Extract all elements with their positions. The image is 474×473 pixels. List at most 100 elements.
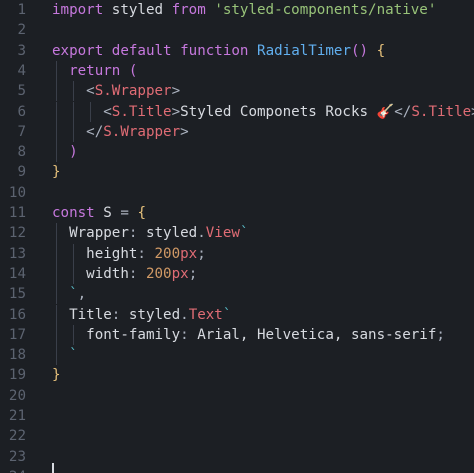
- code-line[interactable]: 12 Wrapper: styled.View`: [0, 223, 474, 244]
- code-line[interactable]: 2: [0, 20, 474, 40]
- code-token: S.Wrapper: [103, 123, 181, 140]
- code-line[interactable]: 10: [0, 183, 474, 203]
- code-line[interactable]: 22: [0, 426, 474, 446]
- code-token: S: [94, 205, 121, 221]
- code-line[interactable]: 11 const S = {: [0, 203, 474, 223]
- code-token: height: [52, 245, 138, 262]
- code-token: ;: [188, 265, 198, 282]
- code-line[interactable]: 5 <S.Wrapper>: [0, 81, 474, 102]
- line-number: 5: [17, 83, 26, 100]
- text-cursor: [52, 463, 54, 473]
- code-token: >: [171, 83, 181, 100]
- code-line[interactable]: 24: [0, 467, 474, 473]
- code-token: `: [69, 286, 78, 303]
- code-token: :: [128, 225, 146, 242]
- code-token: }: [52, 164, 61, 181]
- code-token: `: [239, 225, 249, 242]
- line-number: 1: [17, 2, 26, 18]
- code-token: 'styled-components/native': [214, 2, 437, 18]
- code-text: import styled from 'styled-components/na…: [52, 0, 436, 20]
- line-number: 9: [17, 164, 26, 181]
- code-line[interactable]: 21: [0, 406, 474, 426]
- code-token: {: [376, 42, 386, 59]
- code-token: {: [137, 205, 146, 221]
- code-line[interactable]: 19}: [0, 365, 474, 385]
- code-editor[interactable]: 1 import styled from 'styled-components/n…: [0, 0, 474, 473]
- code-line[interactable]: 17 font-family: Arial, Helvetica, sans-s…: [0, 324, 474, 346]
- code-line[interactable]: 18 `: [0, 345, 474, 366]
- code-line[interactable]: 20: [0, 386, 474, 406]
- line-number: 3: [17, 42, 26, 59]
- code-line[interactable]: 6 <S.Title>Styled Componets Rocks 🎸</S.T…: [0, 101, 474, 122]
- code-token: styled: [103, 2, 172, 18]
- line-number: 6: [17, 103, 26, 120]
- code-token: <: [103, 103, 112, 120]
- code-token: 200: [145, 265, 172, 282]
- code-token: Wrapper: [52, 225, 129, 242]
- line-number: 23: [8, 448, 26, 465]
- code-text: </S.Wrapper>: [52, 122, 189, 142]
- code-token: <: [86, 83, 95, 100]
- code-text: `,: [52, 284, 86, 304]
- code-text: return (: [52, 61, 137, 81]
- code-line[interactable]: 1 import styled from 'styled-components/n…: [0, 0, 474, 20]
- code-token: styled: [145, 225, 198, 242]
- code-line[interactable]: 7 </S.Wrapper>: [0, 121, 474, 143]
- code-line[interactable]: 14 width: 200px;: [0, 263, 474, 285]
- line-number: 24: [0, 467, 26, 473]
- code-token: function: [180, 42, 249, 59]
- code-token: ,: [77, 286, 87, 303]
- code-line[interactable]: 23: [0, 447, 474, 467]
- code-token: (: [128, 62, 138, 79]
- code-line[interactable]: 15 `,: [0, 284, 474, 305]
- code-token: return: [69, 62, 121, 79]
- line-number: 22: [8, 428, 26, 445]
- code-text: `: [52, 345, 78, 365]
- code-line[interactable]: 8 ): [0, 142, 474, 163]
- code-token: :: [180, 326, 198, 343]
- code-token: View: [205, 225, 240, 242]
- code-text: ): [52, 142, 78, 162]
- code-text: width: 200px;: [52, 264, 197, 284]
- code-line[interactable]: 16 Title: styled.Text`: [0, 304, 474, 325]
- code-token: ;: [197, 245, 206, 262]
- line-number: 12: [8, 225, 26, 242]
- code-line[interactable]: 9}: [0, 162, 474, 182]
- line-number: 17: [8, 326, 26, 343]
- code-token: =: [120, 205, 129, 221]
- code-token: px: [171, 265, 189, 282]
- line-number: 15: [8, 286, 26, 303]
- line-number: 2: [17, 22, 26, 39]
- code-text: font-family: Arial, Helvetica, sans-seri…: [52, 325, 445, 345]
- code-token: S.Title: [411, 103, 472, 120]
- code-token: export: [52, 42, 104, 59]
- code-token: width: [52, 265, 129, 282]
- line-number: 20: [8, 387, 26, 404]
- code-token: ): [69, 144, 78, 161]
- code-line[interactable]: 4 return (: [0, 60, 474, 82]
- code-token: px: [180, 245, 198, 262]
- line-number: 7: [17, 123, 26, 140]
- code-token: Title: [52, 306, 112, 323]
- code-token: </: [394, 103, 412, 120]
- code-line[interactable]: 3 export default function RadialTimer() {: [0, 41, 474, 61]
- code-token: ;: [436, 326, 445, 343]
- code-token: `: [69, 347, 78, 364]
- code-text: <S.Title>Styled Componets Rocks 🎸</S.Tit…: [52, 102, 474, 122]
- code-line[interactable]: 13 height: 200px;: [0, 243, 474, 264]
- code-token: S.Title: [111, 103, 172, 120]
- code-token: RadialTimer: [257, 42, 351, 59]
- code-text: height: 200px;: [52, 244, 206, 264]
- line-number: 10: [8, 184, 26, 201]
- code-token: >: [180, 123, 189, 140]
- code-token: Text: [188, 306, 223, 323]
